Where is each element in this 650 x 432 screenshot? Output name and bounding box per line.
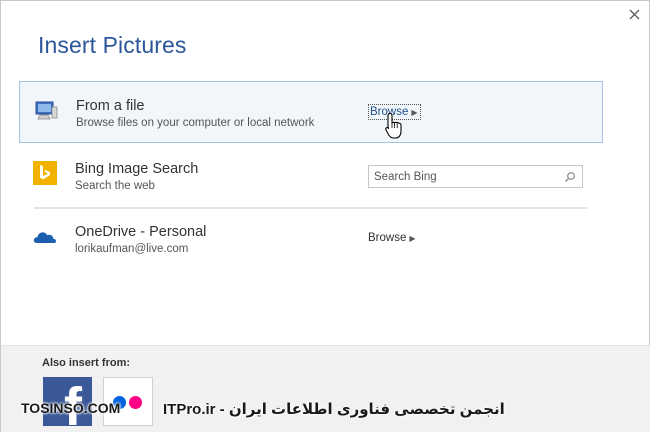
watermark-right: ITPro.ir - انجمن تخصصی فناوری اطلاعات ای… [163,401,505,418]
source-description: Search the web [75,180,155,192]
hand-cursor-icon [384,112,404,147]
chevron-right-icon: ▶ [409,233,416,243]
close-icon [629,9,639,19]
also-insert-label: Also insert from: [42,357,131,369]
source-row-bing-image-search: Bing Image Search Search the web [19,145,603,208]
source-name: From a file [76,98,145,114]
watermark-left: TOSINSO.COM [21,400,121,416]
source-account: lorikaufman@live.com [75,243,189,255]
source-name: OneDrive - Personal [75,224,207,240]
source-row-from-a-file[interactable]: From a file Browse files on your compute… [19,81,603,143]
dialog-title: Insert Pictures [38,32,187,58]
search-bing-input[interactable] [369,166,559,187]
computer-icon [34,98,58,122]
browse-label: Browse [368,232,407,244]
source-description: Browse files on your computer or local n… [76,117,315,129]
insert-pictures-dialog: Insert Pictures From a file Browse files… [0,0,650,432]
source-name: Bing Image Search [75,161,199,177]
search-icon[interactable] [564,170,576,188]
source-row-onedrive: OneDrive - Personal lorikaufman@live.com… [19,208,603,270]
bing-search-box [368,165,583,188]
chevron-right-icon: ▶ [411,107,418,117]
also-insert-panel: Also insert from: f [1,345,650,432]
onedrive-icon [33,224,57,248]
browse-button-onedrive[interactable]: Browse ▶ [368,232,416,244]
bing-icon [33,161,57,185]
close-button[interactable] [623,4,645,24]
row-divider [34,208,587,209]
